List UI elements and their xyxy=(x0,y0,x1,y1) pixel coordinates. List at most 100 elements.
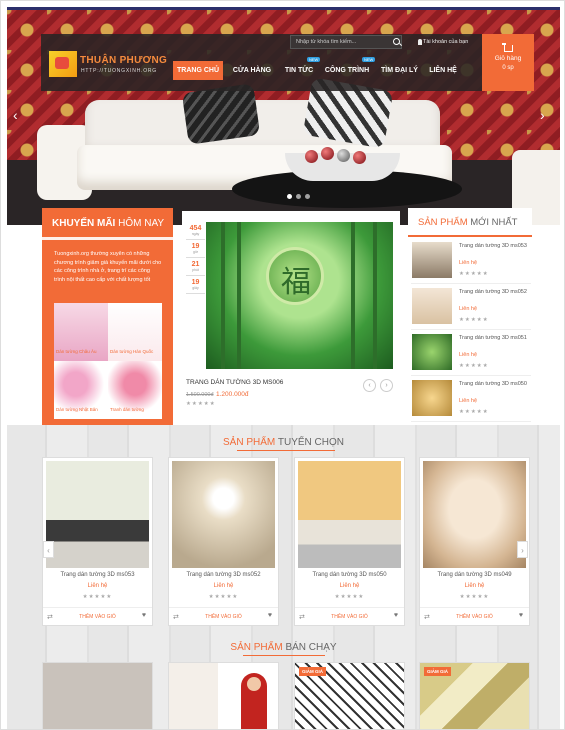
user-icon xyxy=(418,39,422,45)
bestseller-card[interactable]: GIẢM GIÁ xyxy=(419,662,530,729)
product-card[interactable]: Trang dán tường 3D ms050 Liên hệ ★★★★★ ⇄… xyxy=(294,457,405,626)
promo-text: Tuongxinh.org thường xuyên có những chươ… xyxy=(54,251,162,283)
bestseller-card[interactable] xyxy=(168,662,279,729)
newest-item-name[interactable]: Trang dán tường 3D ms050 xyxy=(459,381,529,388)
feature-old-price: 1.500.000đ xyxy=(186,392,214,398)
nav-news[interactable]: TIN TỨC xyxy=(279,61,319,80)
heart-icon[interactable]: ♥ xyxy=(519,612,523,619)
nav-projects[interactable]: CÔNG TRÌNH xyxy=(321,61,373,80)
heart-icon[interactable]: ♥ xyxy=(394,612,398,619)
hero-ornament xyxy=(353,151,366,164)
product-rating: ★★★★★ xyxy=(208,594,239,600)
hero-ornament xyxy=(337,149,350,162)
nav-home[interactable]: TRANG CHỦ xyxy=(173,61,223,80)
promo-title: KHUYẾN MÃI HÔM NAY xyxy=(52,218,165,229)
product-rating: ★★★★★ xyxy=(82,594,113,600)
newest-thumb xyxy=(412,288,452,324)
selected-prev-icon[interactable]: ‹ xyxy=(43,541,54,558)
brand-name[interactable]: THUẬN PHƯƠNG xyxy=(80,55,167,66)
promo-category[interactable]: Tranh dán tường xyxy=(108,361,162,419)
cart-button[interactable]: Giỏ hàng 0 sp xyxy=(482,34,534,91)
search-input[interactable]: Nhập từ khóa tìm kiếm... xyxy=(290,35,402,49)
countdown-minutes: 21 phút xyxy=(186,258,205,276)
newest-item-name[interactable]: Trang dán tường 3D ms052 xyxy=(459,289,529,296)
product-image[interactable] xyxy=(172,461,275,568)
add-to-cart-button[interactable]: THÊM VÀO GIỎ xyxy=(295,614,404,620)
feature-product-name[interactable]: TRANG DÁN TƯỜNG 3D MS006 xyxy=(186,379,283,386)
hero-next-icon[interactable]: › xyxy=(540,107,545,123)
newest-products-panel: SẢN PHẨM MỚI NHẤT Trang dán tường 3D ms0… xyxy=(408,208,532,425)
newest-item-contact: Liên hệ xyxy=(459,306,478,312)
hero-dot[interactable] xyxy=(305,194,310,199)
newest-item[interactable]: Trang dán tường 3D ms053 Liên hệ ★★★★★ xyxy=(411,239,531,284)
hero-pillow xyxy=(181,83,261,145)
feature-next-button[interactable]: › xyxy=(380,379,393,392)
newest-item-rating: ★★★★★ xyxy=(459,409,489,415)
hero-prev-icon[interactable]: ‹ xyxy=(13,107,18,123)
newest-item-name[interactable]: Trang dán tường 3D ms053 xyxy=(459,243,529,250)
nav-contact[interactable]: LIÊN HỆ xyxy=(425,61,461,80)
add-to-cart-button[interactable]: THÊM VÀO GIỎ xyxy=(43,614,152,620)
promo-category-label: Tranh dán tường xyxy=(110,407,144,412)
product-actions: ⇄ THÊM VÀO GIỎ ♥ xyxy=(43,607,152,626)
product-name[interactable]: Trang dán tường 3D ms053 xyxy=(43,572,152,578)
promo-category[interactable]: Dán tường Nhật Bản xyxy=(54,361,108,419)
brand-tagline: HTTP://TUONGXINH.ORG xyxy=(81,68,157,74)
feature-glyph: 福 xyxy=(281,265,311,300)
newest-item-name[interactable]: Trang dán tường 3D ms051 xyxy=(459,335,529,342)
countdown: 454 ngày 19 giờ 21 phút 19 giây xyxy=(186,222,205,294)
add-to-cart-button[interactable]: THÊM VÀO GIỎ xyxy=(420,614,529,620)
product-rating: ★★★★★ xyxy=(459,594,490,600)
hero-dots xyxy=(287,194,310,199)
bestseller-figure-face xyxy=(247,677,261,691)
bestseller-card[interactable]: GIẢM GIÁ xyxy=(294,662,405,729)
feature-prev-button[interactable]: ‹ xyxy=(363,379,376,392)
product-contact: Liên hệ xyxy=(464,583,485,589)
nav-find-dealer[interactable]: TÌM ĐẠI LÝ xyxy=(376,61,423,80)
feature-rating: ★★★★★ xyxy=(186,401,216,407)
bamboo-stalk xyxy=(221,222,225,369)
newest-title: SẢN PHẨM MỚI NHẤT xyxy=(418,217,518,228)
hero-dot[interactable] xyxy=(296,194,301,199)
sale-badge: GIẢM GIÁ xyxy=(299,667,326,676)
product-actions: ⇄ THÊM VÀO GIỎ ♥ xyxy=(169,607,278,626)
promo-category[interactable]: Dán tường Hàn Quốc xyxy=(108,303,162,361)
nav-new-badge: NEW xyxy=(307,57,321,62)
promo-category-label: Dán tường Hàn Quốc xyxy=(110,349,154,354)
page: ‹ › THUẬN PHƯƠNG HTTP://TUONGXINH.ORG Nh… xyxy=(0,0,565,730)
selected-next-icon[interactable]: › xyxy=(517,541,528,558)
selected-underline xyxy=(237,450,335,451)
heart-icon[interactable]: ♥ xyxy=(268,612,272,619)
cart-icon xyxy=(501,43,513,52)
cart-count: 0 sp xyxy=(502,65,514,71)
hero-dot[interactable] xyxy=(287,194,292,199)
newest-item-contact: Liên hệ xyxy=(459,398,478,404)
product-name[interactable]: Trang dán tường 3D ms052 xyxy=(169,572,278,578)
add-to-cart-button[interactable]: THÊM VÀO GIỎ xyxy=(169,614,278,620)
search-icon[interactable] xyxy=(393,38,400,45)
newest-thumb xyxy=(412,242,452,278)
selected-title: SẢN PHẨM TUYỂN CHỌN xyxy=(223,437,344,448)
newest-item[interactable]: Trang dán tường 3D ms052 Liên hệ ★★★★★ xyxy=(411,285,531,330)
newest-item[interactable]: Trang dán tường 3D ms051 Liên hệ ★★★★★ xyxy=(411,331,531,376)
heart-icon[interactable]: ♥ xyxy=(142,612,146,619)
product-name[interactable]: Trang dán tường 3D ms049 xyxy=(420,572,529,578)
product-image[interactable] xyxy=(423,461,526,568)
newest-item-rating: ★★★★★ xyxy=(459,363,489,369)
product-rating: ★★★★★ xyxy=(334,594,365,600)
promo-panel: KHUYẾN MÃI HÔM NAY Tuongxinh.org thường … xyxy=(42,208,173,425)
product-image[interactable] xyxy=(298,461,401,568)
product-name[interactable]: Trang dán tường 3D ms050 xyxy=(295,572,404,578)
product-image[interactable] xyxy=(46,461,149,568)
bestseller-card[interactable] xyxy=(42,662,153,729)
product-card[interactable]: Trang dán tường 3D ms049 Liên hệ ★★★★★ ⇄… xyxy=(419,457,530,626)
brand-logo[interactable] xyxy=(49,51,77,77)
product-card[interactable]: Trang dán tường 3D ms052 Liên hệ ★★★★★ ⇄… xyxy=(168,457,279,626)
product-card[interactable]: Trang dán tường 3D ms053 Liên hệ ★★★★★ ⇄… xyxy=(42,457,153,626)
newest-item-contact: Liên hệ xyxy=(459,352,478,358)
nav-shop[interactable]: CỬA HÀNG xyxy=(227,61,277,80)
account-link[interactable]: Tài khoản của bạn xyxy=(423,39,468,45)
promo-category[interactable]: Dán tường Châu Âu xyxy=(54,303,108,361)
product-contact: Liên hệ xyxy=(339,583,360,589)
newest-item[interactable]: Trang dán tường 3D ms050 Liên hệ ★★★★★ xyxy=(411,377,531,422)
